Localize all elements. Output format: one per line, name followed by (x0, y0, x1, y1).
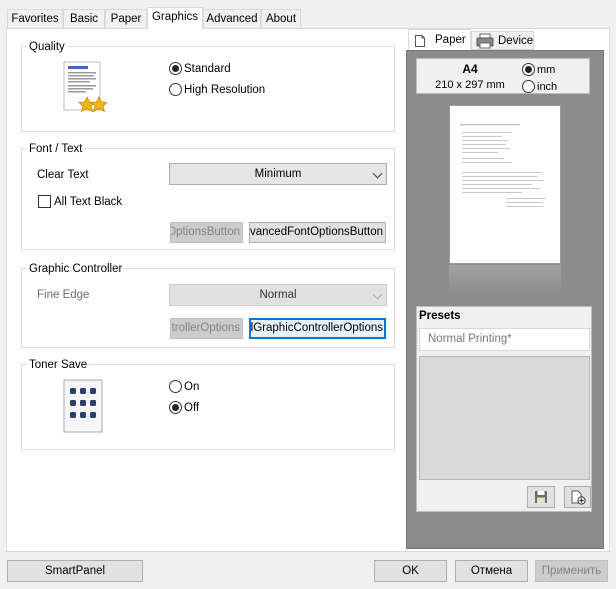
clear-text-label: Clear Text (37, 169, 89, 181)
presets-title: Presets (419, 310, 461, 322)
printer-device-icon (476, 33, 494, 49)
unit-mm-label: mm (537, 64, 556, 76)
toner-save-on-label: On (184, 381, 200, 393)
advanced-graphic-controller-button-2[interactable]: AdvancedGraphicControllerOptions (249, 318, 386, 339)
presets-list[interactable] (419, 356, 590, 480)
quality-group-title: Quality (27, 40, 67, 54)
quality-high-resolution-radio[interactable] (169, 83, 182, 96)
fine-edge-value: Normal (259, 289, 297, 301)
advanced-font-options-button-1-label: AdvancedFontOptionsButton (170, 226, 240, 238)
tab-basic[interactable]: Basic (63, 9, 105, 28)
quality-high-resolution-label: High Resolution (184, 84, 266, 96)
graphic-controller-group-title: Graphic Controller (27, 262, 125, 276)
advanced-graphic-controller-button-1-label: AdvancedGraphicControllerOptions (171, 322, 240, 334)
paper-size-dims: 210 x 297 mm (435, 79, 505, 91)
save-preset-button[interactable] (527, 486, 555, 508)
chevron-down-icon (372, 168, 383, 179)
presets-panel: Presets Normal Printing* (416, 306, 592, 512)
chevron-down-icon (372, 289, 383, 300)
preview-tab-paper[interactable]: Paper (408, 29, 471, 50)
advanced-font-options-button-2-label: AdvancedFontOptionsButton (249, 226, 383, 238)
toner-save-off-label: Off (184, 402, 200, 414)
unit-inch-label: inch (537, 81, 558, 93)
clear-text-dropdown[interactable]: Minimum (169, 163, 387, 185)
ok-button[interactable]: OK (374, 560, 447, 582)
add-preset-icon (571, 490, 586, 508)
toner-save-off-radio[interactable] (169, 401, 182, 414)
paper-size-name: A4 (462, 62, 478, 76)
font-text-group-title: Font / Text (27, 142, 85, 156)
save-preset-icon (534, 490, 548, 507)
preview-tab-device[interactable]: Device (471, 31, 534, 50)
cancel-button[interactable]: Отмена (455, 560, 528, 582)
tab-graphics[interactable]: Graphics (147, 7, 203, 29)
paper-tab-icon (415, 34, 425, 47)
paper-size-box: A4 210 x 297 mm mm inch (416, 58, 590, 94)
advanced-graphic-controller-button-2-label: AdvancedGraphicControllerOptions (251, 322, 383, 334)
presets-current-value: Normal Printing* (428, 333, 512, 345)
page-preview-reflection (449, 265, 561, 295)
toner-dots-icon (63, 379, 103, 433)
tab-advanced[interactable]: Advanced (203, 9, 261, 28)
document-stars-icon (63, 61, 108, 113)
preview-tab-paper-label: Paper (435, 34, 466, 46)
apply-button[interactable]: Применить (535, 560, 608, 582)
all-text-black-label: All Text Black (54, 196, 123, 208)
unit-inch-radio[interactable] (522, 80, 535, 93)
advanced-font-options-button-2[interactable]: AdvancedFontOptionsButton (249, 222, 386, 243)
unit-mm-radio[interactable] (522, 63, 535, 76)
add-preset-button[interactable] (564, 486, 591, 508)
clear-text-value: Minimum (254, 168, 302, 180)
quality-standard-label: Standard (184, 63, 231, 75)
quality-standard-radio[interactable] (169, 62, 182, 75)
advanced-graphic-controller-button-1[interactable]: AdvancedGraphicControllerOptions (170, 318, 243, 339)
fine-edge-label: Fine Edge (37, 289, 90, 301)
tab-about[interactable]: About (261, 9, 301, 28)
tab-paper[interactable]: Paper (105, 9, 147, 28)
fine-edge-dropdown[interactable]: Normal (169, 284, 387, 306)
page-preview (449, 105, 561, 264)
advanced-font-options-button-1[interactable]: AdvancedFontOptionsButton (170, 222, 243, 243)
toner-save-on-radio[interactable] (169, 380, 182, 393)
smartpanel-button[interactable]: SmartPanel (7, 560, 143, 582)
tab-favorites[interactable]: Favorites (7, 9, 63, 28)
all-text-black-checkbox[interactable] (38, 195, 51, 208)
preview-tab-device-label: Device (498, 35, 534, 47)
presets-current-field[interactable]: Normal Printing* (419, 328, 590, 351)
toner-save-group-title: Toner Save (27, 358, 90, 372)
